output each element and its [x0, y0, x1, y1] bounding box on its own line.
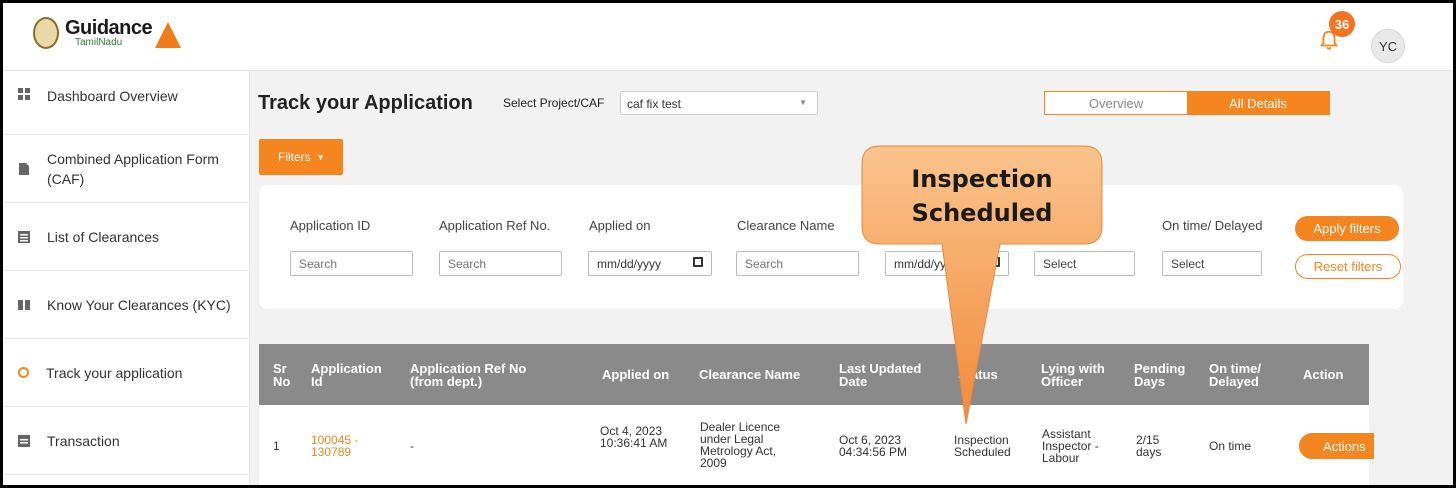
column-header-status: Status	[958, 367, 998, 382]
cell-application-id-link[interactable]: 100045 - 130789	[311, 434, 375, 458]
column-header-lying-with: Lying with Officer	[1041, 361, 1105, 389]
sidebar-item-label: Transaction	[47, 432, 120, 449]
sidebar-item-caf[interactable]: Combined Application Form (CAF)	[3, 135, 250, 203]
application-id-search-input[interactable]: Search	[290, 251, 413, 276]
application-ref-search-input[interactable]: Search	[439, 251, 562, 276]
sidebar-item-track[interactable]: Track your application	[3, 339, 250, 407]
project-select-value: caf fix test	[627, 97, 682, 111]
clearance-name-search-input[interactable]: Search	[736, 251, 859, 276]
filter-label-clearance-name: Clearance Name	[737, 218, 835, 233]
project-select[interactable]: caf fix test ▼	[620, 91, 818, 115]
guidance-logo[interactable]: Guidance TamilNadu	[33, 17, 182, 49]
tamilnadu-emblem-icon	[33, 17, 59, 49]
cell-sr-no: 1	[273, 439, 280, 453]
column-header-action: Action	[1303, 367, 1344, 382]
book-icon	[18, 299, 30, 310]
status-select[interactable]: Select	[1034, 251, 1135, 276]
last-updated-date-input[interactable]: mm/dd/yyyy	[885, 251, 1009, 276]
filter-panel: Application ID Application Ref No. Appli…	[259, 185, 1403, 309]
reset-filters-button[interactable]: Reset filters	[1295, 254, 1401, 279]
transaction-icon	[18, 434, 30, 447]
list-icon	[18, 230, 30, 243]
date-placeholder: mm/dd/yyyy	[894, 257, 959, 271]
main-content: Track your Application Select Project/CA…	[250, 71, 1453, 485]
sidebar-item-dashboard[interactable]: Dashboard Overview	[3, 71, 250, 135]
calendar-icon	[990, 257, 1000, 267]
tab-all-details[interactable]: All Details	[1187, 92, 1329, 114]
sidebar-item-label: Track your application	[46, 364, 183, 381]
column-header-application-ref: Application Ref No (from dept.)	[410, 361, 527, 389]
cell-on-time: On time	[1209, 439, 1252, 453]
table-header: Sr No Application Id Application Ref No …	[259, 344, 1369, 405]
chevron-down-icon: ▼	[799, 98, 807, 107]
flame-icon	[155, 22, 182, 48]
column-header-last-updated: Last Updated Date	[839, 361, 922, 389]
column-header-clearance-name: Clearance Name	[699, 367, 801, 382]
column-header-sr-no: Sr No	[273, 361, 291, 389]
brand-name: Guidance	[65, 17, 153, 39]
caret-down-icon: ▼	[316, 152, 325, 162]
sidebar-item-label: Dashboard Overview	[47, 88, 178, 104]
calendar-icon	[693, 257, 703, 267]
filter-label-applied-on: Applied on	[589, 218, 651, 233]
brand-subtitle: TamilNadu	[75, 37, 123, 48]
cell-clearance-name: Dealer Licence under Legal Metrology Act…	[700, 420, 781, 470]
sidebar-item-clearances[interactable]: List of Clearances	[3, 203, 250, 271]
filter-label-application-ref: Application Ref No.	[439, 218, 551, 233]
sidebar-item-transaction[interactable]: Transaction	[3, 407, 250, 475]
location-icon	[18, 367, 29, 378]
column-header-on-time: On time/ Delayed	[1209, 361, 1262, 389]
sidebar-item-label: Know Your Clearances (KYC)	[47, 296, 231, 313]
on-time-select[interactable]: Select	[1162, 251, 1262, 276]
top-header: Guidance TamilNadu 36 YC	[3, 3, 1453, 71]
cell-pending-days: 2/15 days	[1136, 433, 1162, 459]
column-header-pending-days: Pending Days	[1134, 361, 1186, 389]
callout-text: Inspection Scheduled	[911, 165, 1053, 227]
filters-button[interactable]: Filters ▼	[259, 139, 343, 175]
user-avatar[interactable]: YC	[1371, 29, 1405, 63]
apply-filters-button[interactable]: Apply filters	[1295, 216, 1399, 241]
document-icon	[19, 162, 29, 175]
filter-label-on-time: On time/ Delayed	[1162, 218, 1263, 233]
cell-applied-on: Oct 4, 2023 10:36:41 AM	[600, 424, 668, 450]
cell-status: Inspection Scheduled	[954, 433, 1011, 459]
applied-on-date-input[interactable]: mm/dd/yyyy	[588, 251, 712, 276]
sidebar-item-label: List of Clearances	[47, 228, 160, 245]
cell-last-updated: Oct 6, 2023 04:34:56 PM	[839, 433, 908, 459]
date-placeholder: mm/dd/yyyy	[597, 257, 662, 271]
column-header-application-id: Application Id	[311, 361, 382, 389]
page-title: Track your Application	[258, 92, 473, 114]
filters-button-label: Filters	[278, 150, 311, 164]
actions-button[interactable]: Actions	[1299, 433, 1374, 459]
sidebar-item-label: Combined Application Form (CAF)	[47, 150, 219, 187]
table-row: 1 100045 - 130789 - Oct 4, 2023 10:36:41…	[259, 405, 1374, 485]
cell-lying-with: Assistant Inspector - Labour	[1042, 427, 1099, 465]
sidebar-item-kyc[interactable]: Know Your Clearances (KYC)	[3, 271, 250, 339]
filter-label-application-id: Application ID	[290, 218, 371, 233]
notification-badge: 36	[1329, 11, 1355, 37]
column-header-applied-on: Applied on	[602, 367, 670, 382]
view-toggle: Overview All Details	[1044, 91, 1330, 115]
sidebar: Dashboard Overview Combined Application …	[3, 71, 250, 485]
tab-overview[interactable]: Overview	[1045, 92, 1187, 114]
project-select-label: Select Project/CAF	[503, 96, 605, 110]
dashboard-icon	[18, 88, 30, 100]
cell-application-ref: -	[410, 439, 414, 453]
